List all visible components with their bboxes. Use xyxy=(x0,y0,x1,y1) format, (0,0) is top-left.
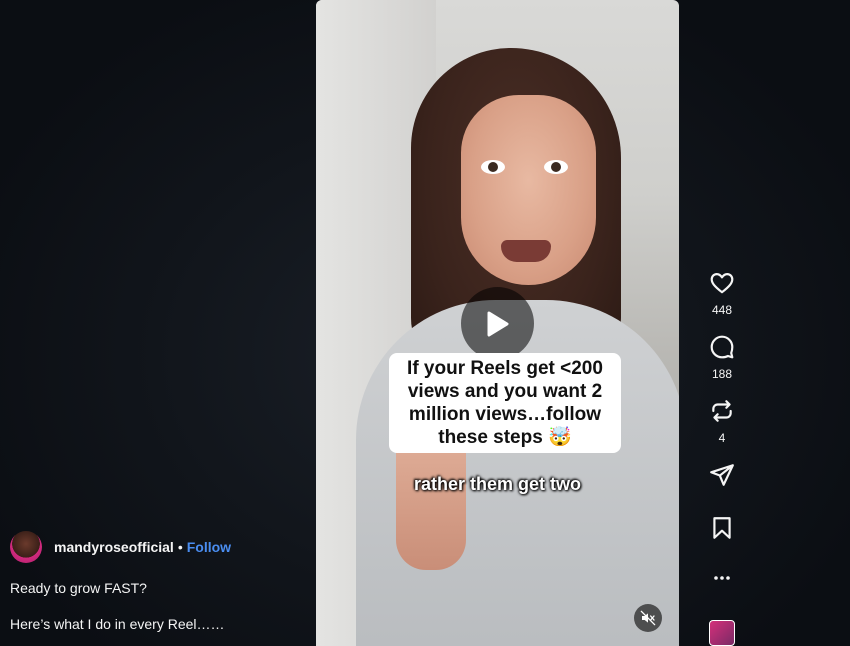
audio-thumbnail[interactable] xyxy=(709,620,735,646)
save-action[interactable] xyxy=(700,515,744,546)
like-action[interactable]: 448 xyxy=(700,270,744,317)
heart-icon[interactable] xyxy=(709,270,735,296)
more-icon[interactable] xyxy=(709,568,735,588)
reel-caption-overlay: If your Reels get <200 views and you wan… xyxy=(389,353,621,453)
comment-count: 188 xyxy=(711,367,733,381)
comment-icon[interactable] xyxy=(709,334,735,360)
share-action[interactable] xyxy=(700,462,744,493)
description-line-2: Here’s what I do in every Reel…… xyxy=(10,616,225,632)
play-button[interactable] xyxy=(461,287,534,360)
muted-speaker-icon xyxy=(640,610,656,626)
author-row: mandyroseofficial • Follow xyxy=(10,531,231,563)
comment-action[interactable]: 188 xyxy=(700,334,744,381)
video-mouth xyxy=(501,240,551,262)
repost-icon[interactable] xyxy=(709,398,735,424)
username-link[interactable]: mandyroseofficial xyxy=(54,539,174,555)
bookmark-icon[interactable] xyxy=(709,515,735,541)
repost-count: 4 xyxy=(718,431,726,445)
repost-action[interactable]: 4 xyxy=(700,398,744,445)
reel-subtitle: rather them get two xyxy=(413,474,582,494)
follow-button[interactable]: Follow xyxy=(187,539,231,555)
reel-video[interactable]: If your Reels get <200 views and you wan… xyxy=(316,0,679,646)
video-eye-right xyxy=(544,160,568,174)
video-eye-left xyxy=(481,160,505,174)
description-line-1: Ready to grow FAST? xyxy=(10,580,147,596)
more-action[interactable] xyxy=(700,568,744,593)
play-icon xyxy=(487,311,508,336)
mute-button[interactable] xyxy=(634,604,662,632)
like-count: 448 xyxy=(711,303,733,317)
separator-dot: • xyxy=(177,539,183,555)
avatar[interactable] xyxy=(10,531,42,563)
send-icon[interactable] xyxy=(709,462,735,488)
